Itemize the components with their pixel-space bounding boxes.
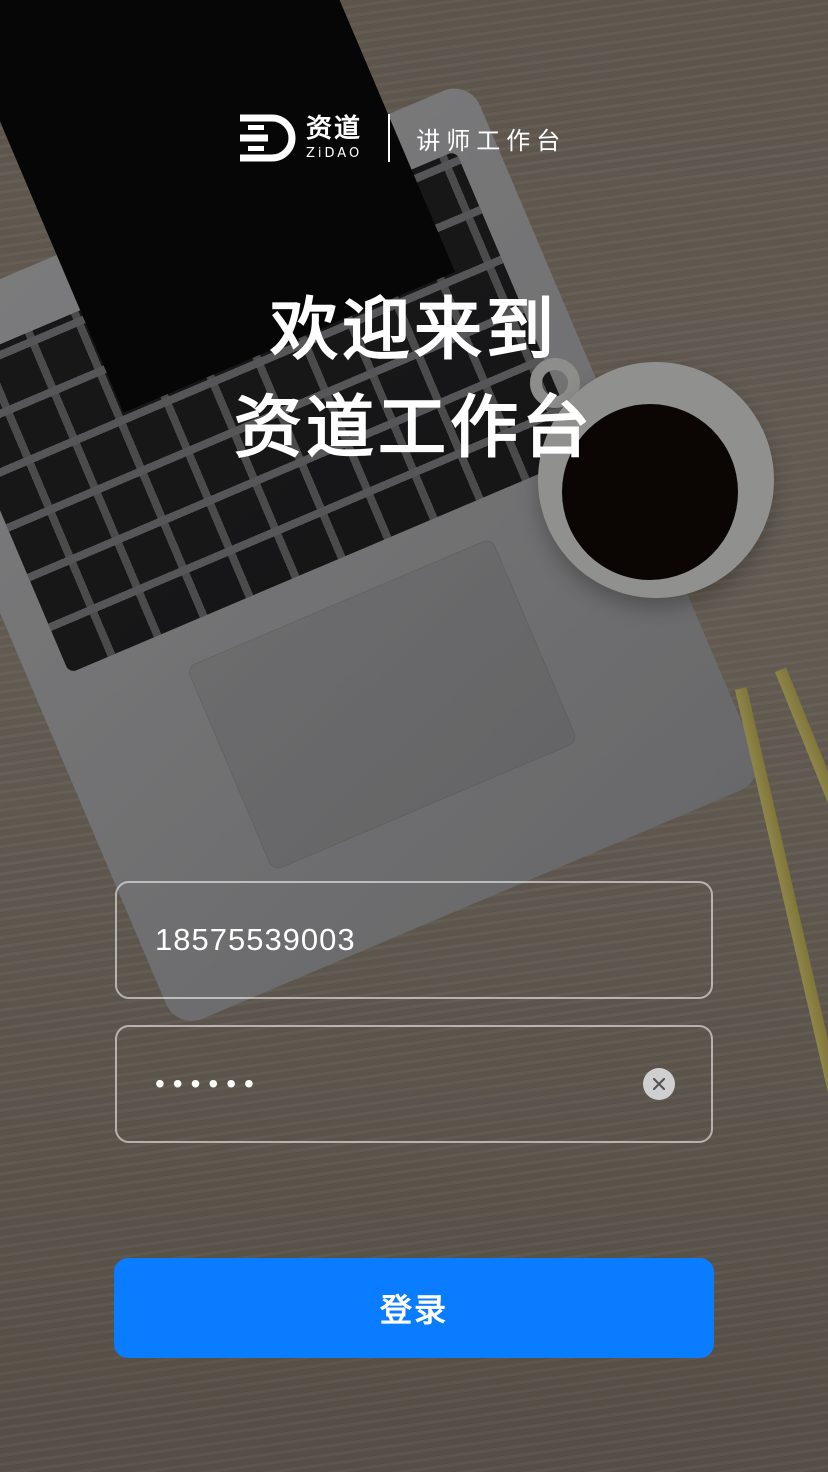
password-input[interactable] [153, 1067, 633, 1101]
logo-english-text: ZiDAO [306, 146, 363, 161]
brand-subtitle: 讲师工作台 [416, 126, 567, 155]
brand-divider [388, 114, 391, 162]
close-icon [652, 1077, 666, 1091]
phone-input[interactable] [153, 921, 675, 959]
welcome-line-1: 欢迎来到 [269, 291, 558, 370]
phone-field[interactable] [115, 881, 713, 999]
logo-wordmark: 资道 ZiDAO [306, 116, 362, 160]
password-field[interactable] [115, 1025, 713, 1143]
welcome-line-2: 资道工作台 [233, 389, 594, 468]
logo-chinese-text: 资道 [306, 114, 363, 144]
welcome-heading: 欢迎来到 资道工作台 [0, 282, 828, 478]
dark-overlay [0, 0, 828, 1472]
brand-header: 资道 ZiDAO 讲师工作台 [238, 112, 566, 164]
zidao-logo-icon [240, 114, 296, 162]
clear-icon[interactable] [643, 1068, 675, 1100]
login-button[interactable]: 登录 [114, 1258, 714, 1358]
